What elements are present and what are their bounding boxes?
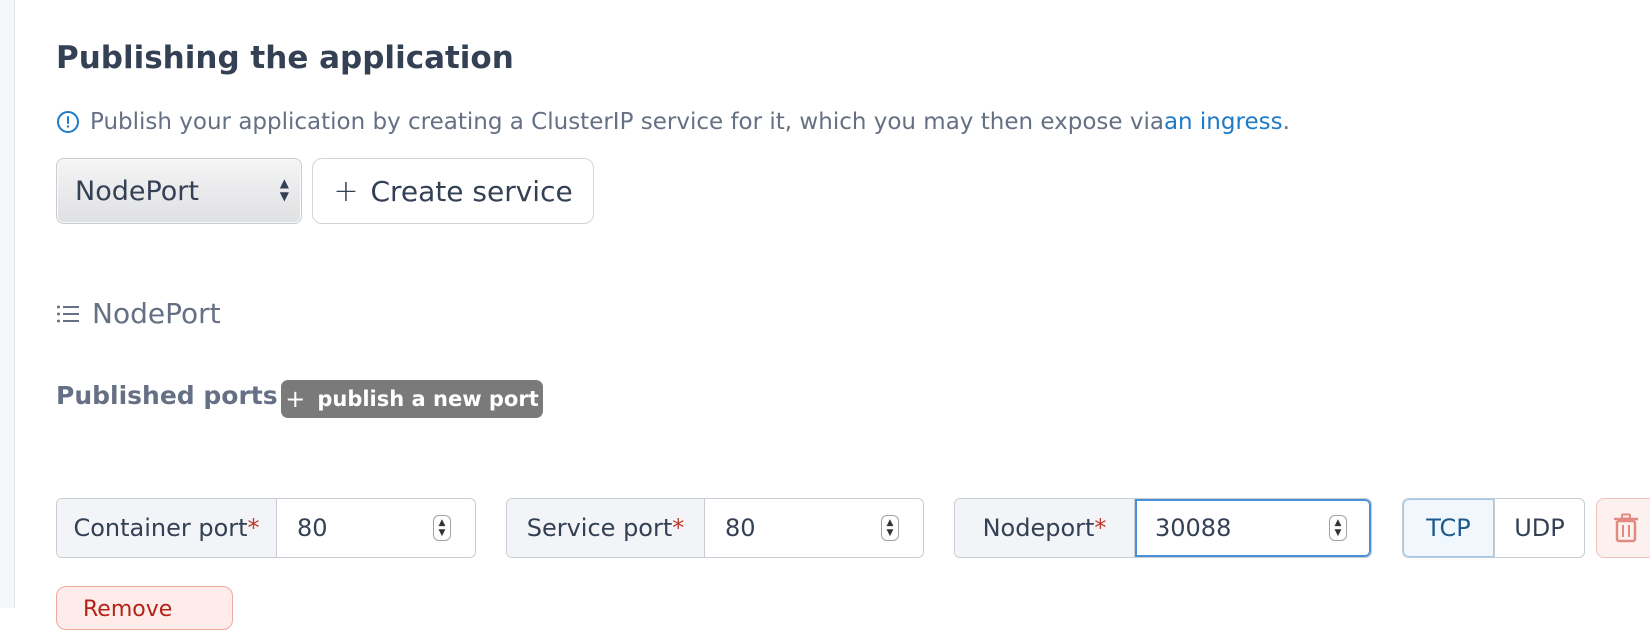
service-port-label: Service port * xyxy=(507,499,705,557)
select-arrows-icon: ▲ ▼ xyxy=(279,176,289,203)
trash-icon xyxy=(1614,513,1638,543)
info-message: Publish your application by creating a C… xyxy=(56,104,1290,140)
container-port-label-text: Container port xyxy=(73,514,248,542)
service-port-input[interactable]: 80 ▲ ▼ xyxy=(705,499,923,557)
published-ports-label: Published ports xyxy=(56,381,278,410)
service-header: NodePort xyxy=(56,297,221,330)
nodeport-group: Nodeport * 30088 ▲ ▼ xyxy=(954,498,1372,558)
delete-port-button[interactable] xyxy=(1596,498,1650,558)
service-type-select[interactable]: NodePort ▲ ▼ xyxy=(56,158,302,224)
protocol-udp-option[interactable]: UDP xyxy=(1494,499,1584,557)
info-text: Publish your application by creating a C… xyxy=(90,109,1164,135)
spinner-icon[interactable]: ▲ ▼ xyxy=(881,515,899,541)
protocol-toggle: TCP UDP xyxy=(1402,498,1585,558)
service-port-label-text: Service port xyxy=(526,514,673,542)
protocol-tcp-option[interactable]: TCP xyxy=(1403,499,1494,557)
service-port-group: Service port * 80 ▲ ▼ xyxy=(506,498,924,558)
service-name: NodePort xyxy=(92,297,221,330)
container-port-group: Container port * 80 ▲ ▼ xyxy=(56,498,476,558)
left-panel-border xyxy=(0,0,15,608)
list-icon xyxy=(57,305,79,322)
ingress-link[interactable]: an ingress xyxy=(1164,109,1283,135)
plus-icon: + xyxy=(333,173,359,209)
create-service-button[interactable]: + Create service xyxy=(312,158,594,224)
required-marker: * xyxy=(247,514,260,542)
create-service-label: Create service xyxy=(370,174,573,208)
section-title: Publishing the application xyxy=(56,40,514,76)
spinner-icon[interactable]: ▲ ▼ xyxy=(433,515,451,541)
service-type-value: NodePort xyxy=(75,175,199,207)
publish-new-port-label: publish a new port xyxy=(317,387,539,411)
container-port-input[interactable]: 80 ▲ ▼ xyxy=(277,499,475,557)
service-port-value: 80 xyxy=(725,514,756,542)
remove-service-button[interactable]: Remove xyxy=(56,586,233,630)
info-circle-icon xyxy=(57,111,79,133)
nodeport-value: 30088 xyxy=(1155,514,1232,542)
plus-icon: + xyxy=(285,385,306,413)
publish-new-port-button[interactable]: + publish a new port xyxy=(281,380,543,418)
nodeport-label: Nodeport * xyxy=(955,499,1135,557)
container-port-label: Container port * xyxy=(57,499,277,557)
remove-service-label: Remove xyxy=(83,597,173,622)
nodeport-label-text: Nodeport xyxy=(982,514,1095,542)
container-port-value: 80 xyxy=(297,514,328,542)
spinner-icon[interactable]: ▲ ▼ xyxy=(1329,515,1347,541)
nodeport-input[interactable]: 30088 ▲ ▼ xyxy=(1135,499,1371,557)
required-marker: * xyxy=(672,514,685,542)
info-suffix: . xyxy=(1282,109,1290,135)
required-marker: * xyxy=(1094,514,1107,542)
